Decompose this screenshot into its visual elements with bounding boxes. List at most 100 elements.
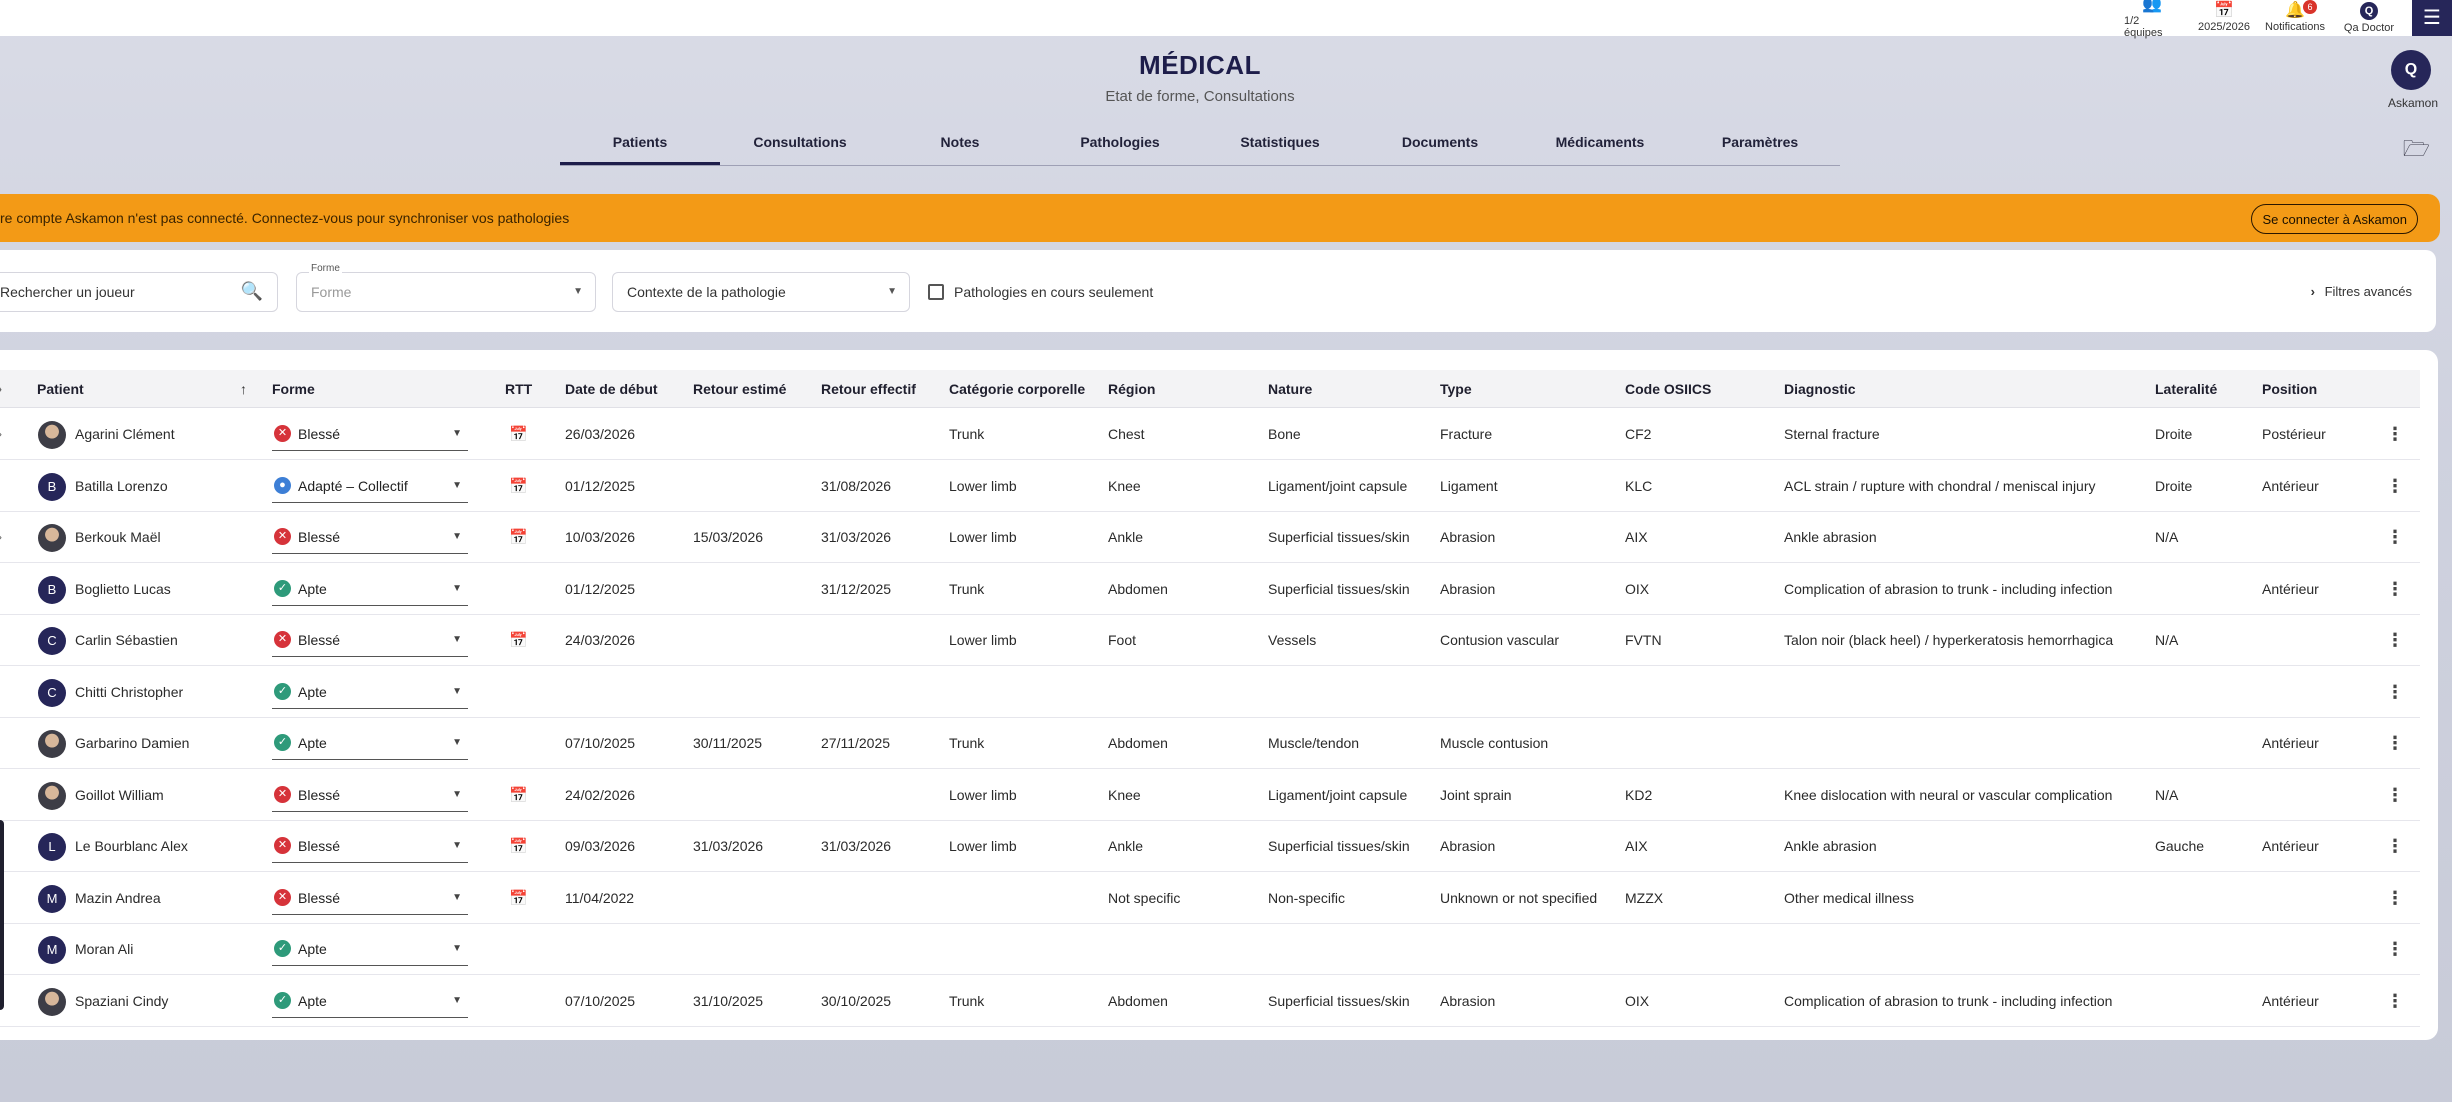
header-patient[interactable]: Patient [37,370,84,408]
calendar-icon[interactable]: 📅 [509,770,528,821]
connect-askamon-button[interactable]: Se connecter à Askamon [2251,204,2418,234]
tab-patients[interactable]: Patients [560,128,720,165]
cell-retour-estime: 31/03/2026 [693,838,764,854]
more-vertical-icon[interactable]: ⋮ [2386,924,2404,975]
header-type[interactable]: Type [1440,370,1472,408]
more-vertical-icon[interactable]: ⋮ [2386,821,2404,872]
more-vertical-icon[interactable]: ⋮ [2386,667,2404,718]
tab-parametres[interactable]: Paramètres [1680,128,1840,165]
forme-dropdown[interactable]: ✕ Blessé ▼ [272,520,468,554]
checkbox-box[interactable] [928,284,944,300]
header-lateralite[interactable]: Lateralité [2155,370,2217,408]
table-row[interactable]: B Batilla Lorenzo ● Adapté – Collectif ▼ 📅 01/… [0,461,2420,512]
forme-dropdown[interactable]: ● Adapté – Collectif ▼ [272,469,468,503]
cell-diagnostic: ACL strain / rupture with chondral / men… [1784,477,2096,494]
forme-dropdown[interactable]: ✓ Apte ▼ [272,984,468,1018]
calendar-icon[interactable]: 📅 [509,409,528,460]
header-position[interactable]: Position [2262,370,2317,408]
sort-ascending-icon[interactable]: ↑ [240,370,247,408]
forme-dropdown[interactable]: ✓ Apte ▼ [272,932,468,966]
expand-row-chevron-icon[interactable]: › [0,512,2,563]
table-row[interactable]: L Le Bourblanc Alex ✕ Blessé ▼ 📅 09/03/2026 31/… [0,821,2420,872]
header-diagnostic[interactable]: Diagnostic [1784,370,1856,408]
forme-dropdown[interactable]: ✕ Blessé ▼ [272,829,468,863]
season-switcher[interactable]: 📅 2025/2026 [2196,0,2252,36]
header-forme[interactable]: Forme [272,370,315,408]
more-vertical-icon[interactable]: ⋮ [2386,976,2404,1027]
ongoing-pathologies-checkbox[interactable]: Pathologies en cours seulement [928,284,1153,300]
header-categorie[interactable]: Catégorie corporelle [949,370,1085,408]
table-row[interactable]: C Chitti Christopher ✓ Apte ▼ ⋮ [0,667,2420,718]
forme-dropdown[interactable]: ✕ Blessé ▼ [272,623,468,657]
more-vertical-icon[interactable]: ⋮ [2386,873,2404,924]
tab-pathologies[interactable]: Pathologies [1040,128,1200,165]
cell-categorie: Lower limb [949,786,1017,803]
contexte-select[interactable]: Contexte de la pathologie ▼ [612,272,910,312]
calendar-icon[interactable]: 📅 [509,615,528,666]
patient-name[interactable]: Spaziani Cindy [75,976,168,1027]
header-region[interactable]: Région [1108,370,1155,408]
table-row[interactable]: Garbarino Damien ✓ Apte ▼ 07/10/2025 30/11/20… [0,718,2420,769]
more-vertical-icon[interactable]: ⋮ [2386,770,2404,821]
teams-switcher[interactable]: 👥 1/2 équipes [2124,0,2180,39]
more-vertical-icon[interactable]: ⋮ [2386,512,2404,563]
table-row[interactable]: M Mazin Andrea ✕ Blessé ▼ 📅 11/04/2022 Not spec… [0,873,2420,924]
forme-dropdown[interactable]: ✕ Blessé ▼ [272,778,468,812]
tab-consultations[interactable]: Consultations [720,128,880,165]
folder-icon[interactable]: 🗁 [2403,132,2430,170]
patient-name[interactable]: Agarini Clément [75,409,175,460]
patient-name[interactable]: Carlin Sébastien [75,615,178,666]
patient-name[interactable]: Mazin Andrea [75,873,161,924]
search-icon[interactable]: 🔍 [241,281,263,302]
tab-medicaments[interactable]: Médicaments [1520,128,1680,165]
calendar-icon[interactable]: 📅 [509,821,528,872]
forme-dropdown[interactable]: ✕ Blessé ▼ [272,881,468,915]
forme-select[interactable]: Forme Forme ▼ [296,263,596,312]
header-rtt[interactable]: RTT [505,370,532,408]
user-menu[interactable]: Q Qa Doctor [2342,0,2396,36]
patient-name[interactable]: Chitti Christopher [75,667,183,718]
more-vertical-icon[interactable]: ⋮ [2386,461,2404,512]
header-date-debut[interactable]: Date de début [565,370,658,408]
patient-name[interactable]: Boglietto Lucas [75,564,171,615]
header-retour-effectif[interactable]: Retour effectif [821,370,916,408]
header-nature[interactable]: Nature [1268,370,1312,408]
expand-row-chevron-icon[interactable]: › [0,409,2,460]
forme-dropdown[interactable]: ✓ Apte ▼ [272,572,468,606]
header-code-osiics[interactable]: Code OSIICS [1625,370,1711,408]
tab-notes[interactable]: Notes [880,128,1040,165]
forme-dropdown[interactable]: ✕ Blessé ▼ [272,417,468,451]
table-row[interactable]: › Agarini Clément ✕ Blessé ▼ 📅 26/03/2026 Trunk… [0,409,2420,460]
patient-name[interactable]: Garbarino Damien [75,718,189,769]
more-vertical-icon[interactable]: ⋮ [2386,409,2404,460]
advanced-filters-toggle[interactable]: › Filtres avancés [2311,284,2412,299]
patient-name[interactable]: Berkouk Maël [75,512,161,563]
more-vertical-icon[interactable]: ⋮ [2386,564,2404,615]
tab-statistiques[interactable]: Statistiques [1200,128,1360,165]
table-row[interactable]: B Boglietto Lucas ✓ Apte ▼ 01/12/2025 31/12/20… [0,564,2420,615]
table-row[interactable]: C Carlin Sébastien ✕ Blessé ▼ 📅 24/03/2026 Lowe… [0,615,2420,666]
table-row[interactable]: Goillot William ✕ Blessé ▼ 📅 24/02/2026 Lower … [0,770,2420,821]
table-row[interactable]: Spaziani Cindy ✓ Apte ▼ 07/10/2025 31/10/2025… [0,976,2420,1027]
forme-dropdown[interactable]: ✓ Apte ▼ [272,726,468,760]
tab-documents[interactable]: Documents [1360,128,1520,165]
forme-dropdown[interactable]: ✓ Apte ▼ [272,675,468,709]
patient-name[interactable]: Moran Ali [75,924,133,975]
cell-type: Abrasion [1440,580,1496,597]
search-input[interactable] [0,273,230,311]
calendar-icon[interactable]: 📅 [509,512,528,563]
settings-sliders-icon[interactable]: ☰ [2412,0,2452,36]
patient-name[interactable]: Le Bourblanc Alex [75,821,188,872]
patient-name[interactable]: Batilla Lorenzo [75,461,168,512]
patient-name[interactable]: Goillot William [75,770,164,821]
calendar-icon[interactable]: 📅 [509,873,528,924]
calendar-icon[interactable]: 📅 [509,461,528,512]
more-vertical-icon[interactable]: ⋮ [2386,615,2404,666]
header-retour-estime[interactable]: Retour estimé [693,370,786,408]
more-vertical-icon[interactable]: ⋮ [2386,718,2404,769]
notifications-button[interactable]: 🔔 6 Notifications [2262,0,2328,36]
table-row[interactable]: M Moran Ali ✓ Apte ▼ ⋮ [0,924,2420,975]
table-row[interactable]: › Berkouk Maël ✕ Blessé ▼ 📅 10/03/2026 15/03/20… [0,512,2420,563]
side-handle[interactable] [0,820,4,1010]
expand-all-chevron-icon[interactable]: › [0,370,2,408]
